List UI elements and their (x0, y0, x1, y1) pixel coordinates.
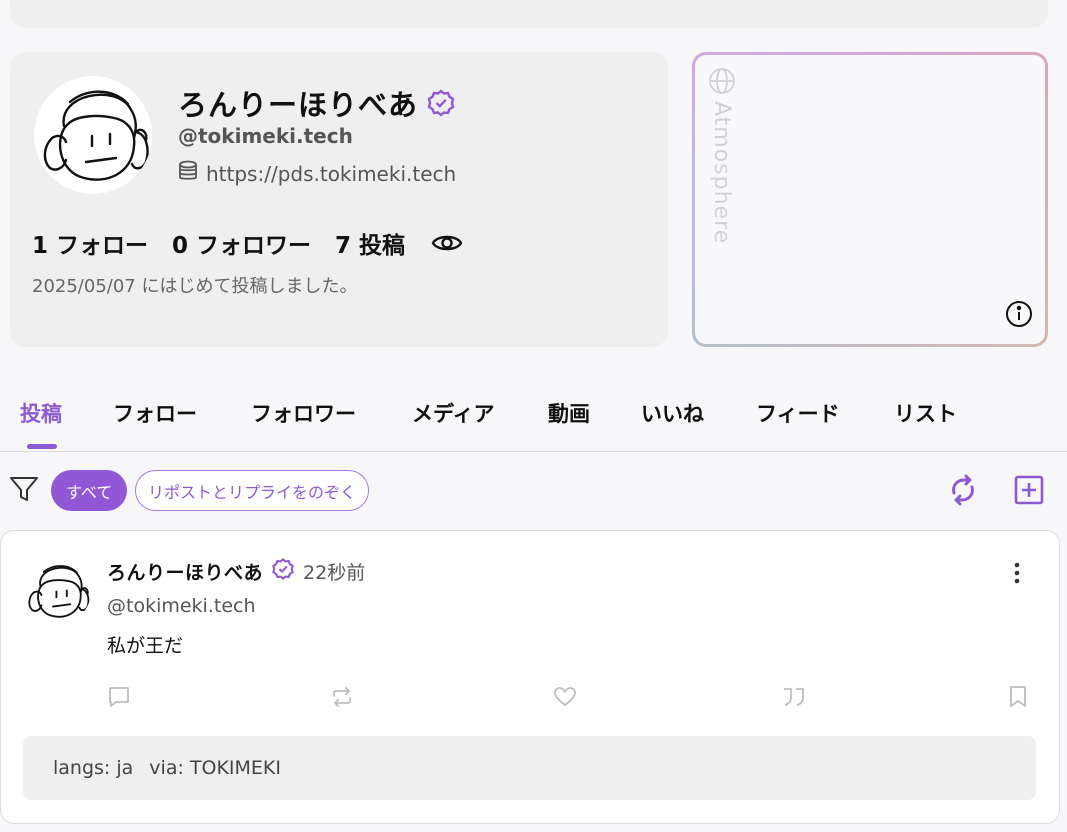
atmosphere-label: Atmosphere (709, 101, 734, 245)
previous-card-edge (10, 0, 1048, 28)
tab-follows[interactable]: フォロー (113, 398, 197, 428)
post-langs: langs: ja (53, 757, 134, 779)
follows-count[interactable]: 1 フォロー (32, 226, 148, 260)
atmosphere-card[interactable]: Atmosphere (692, 52, 1048, 347)
profile-handle: @tokimeki.tech (178, 124, 353, 148)
reply-icon[interactable] (107, 685, 131, 713)
joined-date: 2025/05/07 にはじめて投稿しました。 (32, 276, 358, 297)
atmosphere-card-inner: Atmosphere (695, 55, 1045, 344)
tab-lists[interactable]: リスト (894, 398, 957, 428)
active-tab-indicator (27, 444, 57, 449)
tab-feeds[interactable]: フィード (756, 398, 840, 428)
filter-all-chip[interactable]: すべて (51, 470, 128, 511)
more-vertical-icon[interactable] (1008, 561, 1026, 589)
database-icon (178, 160, 198, 187)
display-name-row: ろんりーほりべあ (178, 82, 456, 124)
avatar[interactable] (34, 76, 152, 194)
profile-display-name: ろんりーほりべあ (178, 88, 419, 122)
post-meta: langs: ja via: TOKIMEKI (23, 736, 1036, 800)
post-author-handle: @tokimeki.tech (107, 595, 256, 617)
post-avatar[interactable] (23, 557, 91, 625)
globe-icon (708, 67, 736, 99)
filter-exclude-reposts-chip[interactable]: リポストとリプライをのぞく (135, 470, 370, 511)
filter-icon[interactable] (9, 475, 39, 507)
tab-posts[interactable]: 投稿 (20, 398, 62, 428)
posts-count: 7 投稿 (335, 233, 406, 259)
verified-badge-icon (271, 557, 295, 585)
eye-icon[interactable] (431, 231, 463, 255)
bookmark-icon[interactable] (1008, 685, 1028, 713)
verified-badge-icon (426, 88, 456, 118)
followers-count[interactable]: 0 フォロワー (172, 226, 311, 260)
post-header: ろんりーほりべあ 22秒前 (107, 557, 365, 585)
tab-likes[interactable]: いいね (641, 398, 704, 428)
info-icon[interactable] (1005, 300, 1033, 332)
post-text: 私が王だ (107, 635, 184, 657)
post-timestamp[interactable]: 22秒前 (303, 558, 365, 585)
tab-followers[interactable]: フォロワー (251, 398, 356, 428)
pds-url[interactable]: https://pds.tokimeki.tech (206, 162, 456, 186)
post-via: via: TOKIMEKI (149, 757, 281, 779)
post-author-name[interactable]: ろんりーほりべあ (107, 558, 263, 585)
heart-icon[interactable] (553, 685, 577, 713)
stats-row: 1 フォロー 0 フォロワー 7 投稿 (32, 226, 463, 260)
post-card[interactable]: ろんりーほりべあ 22秒前 @tokimeki.tech 私が王だ langs:… (0, 530, 1060, 824)
pds-row: https://pds.tokimeki.tech (178, 160, 456, 187)
repost-icon[interactable] (330, 685, 354, 713)
tab-videos[interactable]: 動画 (548, 398, 590, 428)
filter-row: すべて リポストとリプライをのぞく (0, 468, 1067, 514)
quote-icon[interactable] (781, 685, 807, 713)
profile-card: ろんりーほりべあ @tokimeki.tech https://pds.toki… (10, 52, 668, 347)
add-square-icon[interactable] (1013, 474, 1045, 510)
profile-tabs: 投稿 フォロー フォロワー メディア 動画 いいね フィード リスト (0, 386, 1067, 452)
refresh-icon[interactable] (947, 473, 979, 511)
tab-media[interactable]: メディア (412, 398, 495, 428)
